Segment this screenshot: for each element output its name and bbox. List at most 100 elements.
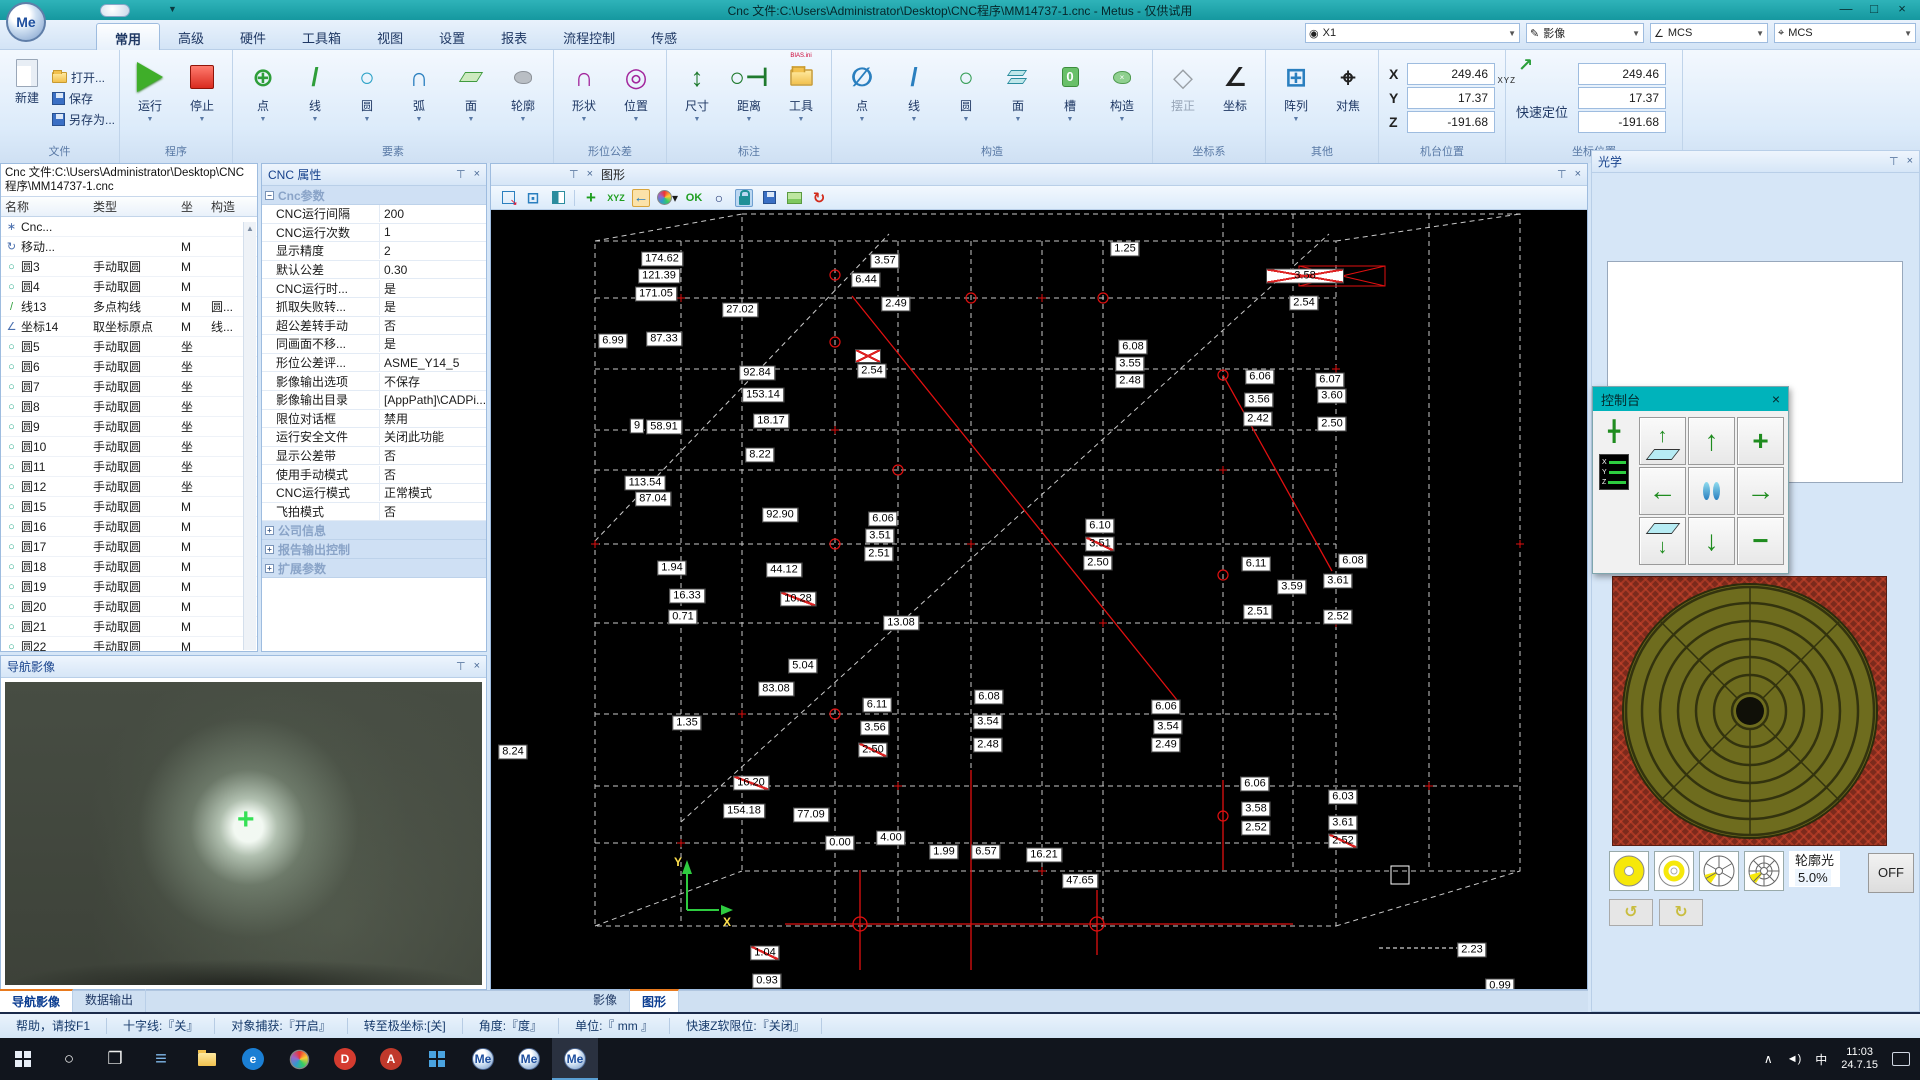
ribbon-button-形状[interactable]: ∩形状▼	[558, 53, 610, 143]
metus-app-icon-1[interactable]: Me	[460, 1038, 506, 1080]
task-view-icon[interactable]: ❐	[92, 1038, 138, 1080]
zoom-extents-icon[interactable]: ⊡	[524, 189, 542, 207]
tree-row-移动...[interactable]: ↻移动...M	[1, 237, 257, 257]
tree-row-圆7[interactable]: ○圆7手动取圆坐	[1, 377, 257, 397]
mcs-combo-2[interactable]: ⌖MCS▼	[1774, 23, 1916, 43]
search-icon[interactable]: ○	[46, 1038, 92, 1080]
tree-scrollbar[interactable]: ▲	[243, 222, 256, 650]
view-tab-影像[interactable]: 影像	[581, 989, 630, 1012]
light-off-button[interactable]: OFF	[1868, 853, 1914, 893]
volume-icon[interactable]: ◄)	[1787, 1053, 1802, 1065]
tree-row-圆10[interactable]: ○圆10手动取圆坐	[1, 437, 257, 457]
tree-row-圆6[interactable]: ○圆6手动取圆坐	[1, 357, 257, 377]
close-icon[interactable]: ×	[1772, 391, 1780, 407]
tab-传感[interactable]: 传感	[633, 23, 695, 50]
tree-row-圆20[interactable]: ○圆20手动取圆M	[1, 597, 257, 617]
tab-设置[interactable]: 设置	[421, 23, 483, 50]
ribbon-button-阵列[interactable]: ⊞阵列▼	[1270, 53, 1322, 143]
ribbon-button-尺寸[interactable]: ↕尺寸▼	[671, 53, 723, 143]
pin-icon[interactable]: ⊤	[456, 168, 466, 181]
ribbon-button-工具[interactable]: BIAS.ini工具▼	[775, 53, 827, 143]
tree-row-圆19[interactable]: ○圆19手动取圆M	[1, 577, 257, 597]
prop-row[interactable]: 默认公差0.30	[262, 261, 486, 280]
open-button[interactable]: 打开...	[52, 69, 115, 86]
maximize-button[interactable]: □	[1860, 0, 1888, 19]
pin-icon[interactable]: ⊤	[1557, 168, 1567, 181]
tab-硬件[interactable]: 硬件	[222, 23, 284, 50]
add-cross-icon[interactable]: +	[582, 189, 600, 207]
pin-icon[interactable]: ⊤	[569, 168, 579, 181]
pin-icon[interactable]: ⊤	[1889, 155, 1899, 168]
bottom-tab-数据输出[interactable]: 数据输出	[73, 989, 146, 1012]
tree-row-圆4[interactable]: ○圆4手动取圆M	[1, 277, 257, 297]
app-menu-button[interactable]: Me	[6, 2, 46, 42]
prop-row[interactable]: 显示精度2	[262, 242, 486, 261]
metus-app-icon-2[interactable]: Me	[506, 1038, 552, 1080]
lock-icon[interactable]	[735, 189, 753, 207]
new-button[interactable]: 新建	[4, 53, 50, 143]
ribbon-button-运行[interactable]: 运行▼	[124, 53, 176, 143]
tree-row-圆18[interactable]: ○圆18手动取圆M	[1, 557, 257, 577]
tree-row-圆15[interactable]: ○圆15手动取圆M	[1, 497, 257, 517]
ribbon-button-坐标[interactable]: ∠坐标	[1209, 53, 1261, 143]
tab-报表[interactable]: 报表	[483, 23, 545, 50]
tree-row-圆17[interactable]: ○圆17手动取圆M	[1, 537, 257, 557]
console-plane-down-button[interactable]: ↓	[1639, 517, 1686, 565]
dro-display-icon[interactable]: X Y Z	[1599, 454, 1629, 490]
ribbon-button-构造[interactable]: ×构造▼	[1096, 53, 1148, 143]
tab-常用[interactable]: 常用	[96, 23, 160, 50]
close-icon[interactable]: ×	[474, 168, 480, 181]
refresh-icon[interactable]: ↻	[810, 189, 828, 207]
ok-icon[interactable]: OK	[685, 189, 703, 207]
ribbon-button-点[interactable]: ∅点▼	[836, 53, 888, 143]
prop-row[interactable]: 影像输出目录[AppPath]\CADPi...	[262, 391, 486, 410]
tree-row-圆9[interactable]: ○圆9手动取圆坐	[1, 417, 257, 437]
app-grid-icon[interactable]	[414, 1038, 460, 1080]
console-plane-up-button[interactable]: ↑	[1639, 417, 1686, 465]
prop-row[interactable]: 使用手动模式否	[262, 465, 486, 484]
rotate-cw-button[interactable]: ↻	[1659, 899, 1703, 926]
prop-row[interactable]: 影像输出选项不保存	[262, 372, 486, 391]
segment-light-8-button[interactable]	[1744, 851, 1784, 891]
ribbon-button-停止[interactable]: 停止▼	[176, 53, 228, 143]
ribbon-button-距离[interactable]: ○⊣距离▼	[723, 53, 775, 143]
ribbon-button-点[interactable]: ⊕点▼	[237, 53, 289, 143]
prop-row[interactable]: CNC运行次数1	[262, 224, 486, 243]
console-plus-button[interactable]: +	[1737, 417, 1784, 465]
prop-row[interactable]: 飞拍模式否	[262, 503, 486, 522]
console-pause-button[interactable]	[1688, 467, 1735, 515]
ribbon-button-圆[interactable]: ○圆▼	[341, 53, 393, 143]
app-a-icon[interactable]: A	[368, 1038, 414, 1080]
prop-group-报告输出控制[interactable]: +报告输出控制	[262, 540, 486, 559]
ribbon-button-面[interactable]: 面▼	[992, 53, 1044, 143]
close-button[interactable]: ×	[1888, 0, 1916, 19]
prop-row[interactable]: 运行安全文件关闭此功能	[262, 428, 486, 447]
tree-row-Cnc...[interactable]: ∗Cnc...	[1, 217, 257, 237]
save-icon[interactable]	[760, 189, 778, 207]
app-d-icon[interactable]: D	[322, 1038, 368, 1080]
console-down-button[interactable]: ↓	[1688, 517, 1735, 565]
file-explorer-icon[interactable]	[184, 1038, 230, 1080]
tree-row-圆8[interactable]: ○圆8手动取圆坐	[1, 397, 257, 417]
ring-light-full-button[interactable]	[1609, 851, 1649, 891]
pick-arrow-icon[interactable]: ←	[632, 189, 650, 207]
ribbon-button-弧[interactable]: ∩弧▼	[393, 53, 445, 143]
close-icon[interactable]: ×	[587, 168, 593, 181]
ribbon-button-位置[interactable]: ◎位置▼	[610, 53, 662, 143]
prop-row[interactable]: CNC运行时...是	[262, 279, 486, 298]
pin-icon[interactable]: ⊤	[456, 660, 466, 673]
ribbon-button-轮廓[interactable]: 轮廓▼	[497, 53, 549, 143]
start-button[interactable]	[0, 1038, 46, 1080]
tree-row-坐标14[interactable]: ∠坐标14取坐标原点M线...	[1, 317, 257, 337]
console-right-button[interactable]: →	[1737, 467, 1784, 515]
segment-light-6-button[interactable]	[1699, 851, 1739, 891]
camera-live-image[interactable]: +	[5, 682, 482, 985]
sensor-combo[interactable]: ✎影像▼	[1526, 23, 1644, 43]
ribbon-button-线[interactable]: /线▼	[289, 53, 341, 143]
ribbon-button-槽[interactable]: 0槽▼	[1044, 53, 1096, 143]
joystick-mode-icon[interactable]: ╋	[1608, 419, 1620, 444]
rotate-ccw-button[interactable]: ↺	[1609, 899, 1653, 926]
ribbon-button-圆[interactable]: ○圆▼	[940, 53, 992, 143]
pan-icon[interactable]: ↘	[499, 189, 517, 207]
prop-row[interactable]: 形位公差评...ASME_Y14_5	[262, 354, 486, 373]
